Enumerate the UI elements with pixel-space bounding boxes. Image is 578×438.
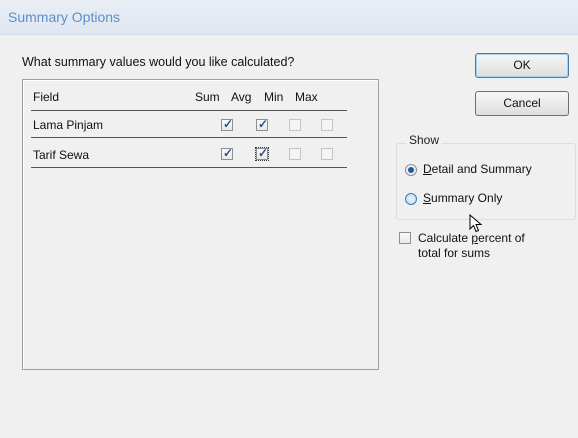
- show-group-title: Show: [406, 133, 443, 147]
- header-min: Min: [264, 90, 284, 104]
- lama-pinjam-avg-checkbox[interactable]: [256, 117, 268, 131]
- summary-options-dialog: Summary Options What summary values woul…: [0, 0, 578, 438]
- tarif-sewa-avg-checkbox[interactable]: [255, 146, 269, 161]
- summary-mnemonic: S: [423, 191, 432, 205]
- summary-fields-box: Field Sum Avg Min Max Lama Pinjam Tarif …: [22, 79, 379, 370]
- tarif-sewa-max-checkbox[interactable]: [321, 148, 333, 160]
- percent-line2: total for sums: [418, 246, 491, 260]
- row-divider: [31, 137, 347, 138]
- header-max: Max: [295, 90, 318, 104]
- summary-label-rest: ummary Only: [431, 191, 503, 205]
- header-divider: [31, 110, 347, 111]
- tarif-sewa-sum-checkbox[interactable]: [221, 146, 233, 160]
- table-bottom-divider: [31, 167, 347, 168]
- lama-pinjam-min-checkbox[interactable]: [289, 119, 301, 131]
- summary-only-radio[interactable]: [405, 193, 417, 205]
- summary-only-label[interactable]: Summary Only: [423, 191, 502, 205]
- row-label-tarif-sewa: Tarif Sewa: [33, 148, 90, 162]
- show-groupbox: [396, 143, 576, 220]
- lama-pinjam-max-checkbox[interactable]: [321, 119, 333, 131]
- header-field: Field: [33, 90, 60, 104]
- detail-label-rest: etail and Summary: [431, 162, 532, 176]
- detail-mnemonic: D: [423, 162, 432, 176]
- percent-line1-post: ercent of: [478, 231, 525, 245]
- window-title: Summary Options: [8, 9, 121, 25]
- title-bar: Summary Options: [0, 0, 578, 35]
- calculate-percent-label[interactable]: Calculate percent of total for sums: [418, 231, 525, 261]
- ok-button[interactable]: OK: [475, 53, 569, 78]
- detail-and-summary-label[interactable]: Detail and Summary: [423, 162, 532, 176]
- detail-and-summary-radio[interactable]: [405, 164, 417, 176]
- header-avg: Avg: [231, 90, 252, 104]
- tarif-sewa-min-checkbox[interactable]: [289, 148, 301, 160]
- lama-pinjam-sum-checkbox[interactable]: [221, 117, 233, 131]
- row-label-lama-pinjam: Lama Pinjam: [33, 118, 104, 132]
- header-sum: Sum: [195, 90, 220, 104]
- cancel-button[interactable]: Cancel: [475, 91, 569, 116]
- question-label: What summary values would you like calcu…: [22, 55, 295, 69]
- calculate-percent-checkbox[interactable]: [399, 232, 411, 244]
- percent-line1-pre: Calculate: [418, 231, 472, 245]
